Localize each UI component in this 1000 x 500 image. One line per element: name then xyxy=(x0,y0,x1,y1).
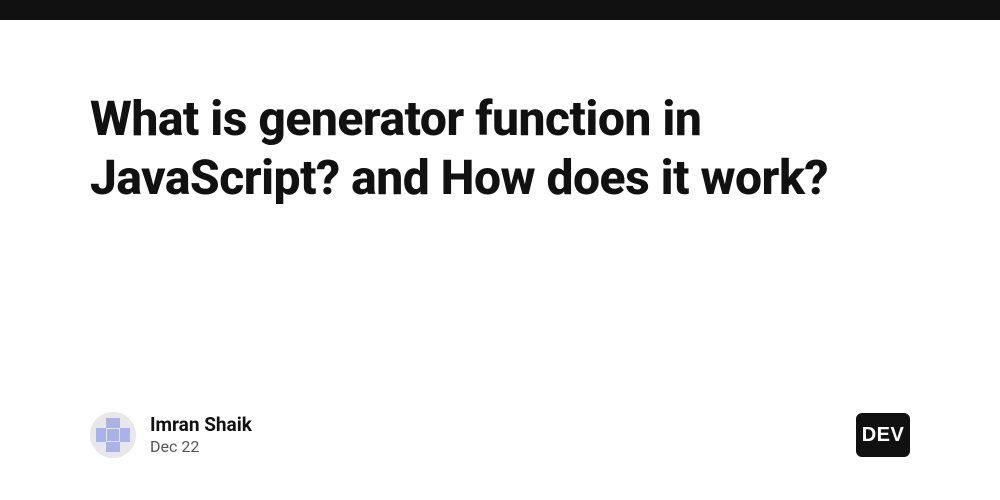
dev-logo-label: DEV xyxy=(862,424,905,447)
author-block[interactable]: Imran Shaik Dec 22 xyxy=(90,412,252,458)
post-date: Dec 22 xyxy=(150,437,252,457)
post-title: What is generator function in JavaScript… xyxy=(90,90,910,207)
top-bar xyxy=(0,0,1000,20)
meta-row: Imran Shaik Dec 22 DEV xyxy=(90,412,910,458)
avatar xyxy=(90,412,136,458)
author-name: Imran Shaik xyxy=(150,413,252,437)
article-header: What is generator function in JavaScript… xyxy=(0,20,1000,207)
author-text: Imran Shaik Dec 22 xyxy=(150,413,252,457)
dev-logo-icon[interactable]: DEV xyxy=(856,413,910,457)
